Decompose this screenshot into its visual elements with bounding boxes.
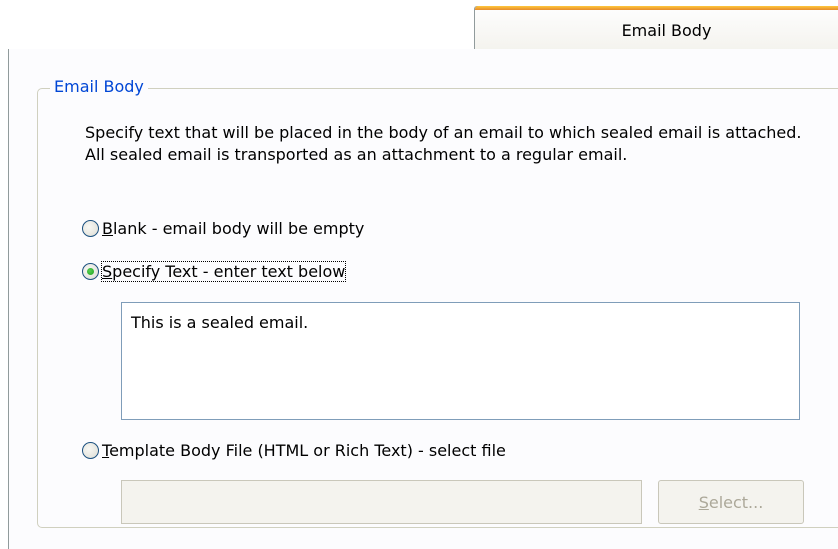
radio-blank-label[interactable]: Blank - email body will be empty [102,219,364,238]
groupbox-title: Email Body [50,77,148,96]
select-file-button[interactable]: Select... [658,480,804,524]
radio-specify-text: pecify Text - enter text below [112,262,346,281]
tab-label: Email Body [621,21,712,40]
radio-blank-text: lank - email body will be empty [112,219,365,238]
radio-specify-text[interactable]: Specify Text - enter text below [82,261,347,282]
description-text: Specify text that will be placed in the … [85,123,802,164]
radio-specify-text-label[interactable]: Specify Text - enter text below [100,261,347,282]
radio-template-file-label[interactable]: Template Body File (HTML or Rich Text) -… [102,441,506,460]
template-file-path-input[interactable] [121,480,642,524]
radio-blank-accelerator: B [102,219,113,238]
tab-active-indicator [475,6,838,10]
select-button-accelerator: S [698,492,709,512]
radio-template-file[interactable]: Template Body File (HTML or Rich Text) -… [82,441,506,460]
select-button-label: elect... [708,492,764,512]
tab-email-body[interactable]: Email Body [474,6,838,50]
radio-specify-accelerator: S [102,262,113,281]
radio-blank[interactable]: Blank - email body will be empty [82,219,364,238]
radio-template-text: emplate Body File (HTML or Rich Text) - … [109,441,506,460]
radio-blank-button[interactable] [82,220,99,237]
radio-template-file-button[interactable] [82,442,99,459]
email-body-textarea[interactable]: This is a sealed email. [121,302,800,420]
radio-specify-text-button[interactable] [82,263,99,280]
radio-template-accelerator: T [102,441,110,460]
